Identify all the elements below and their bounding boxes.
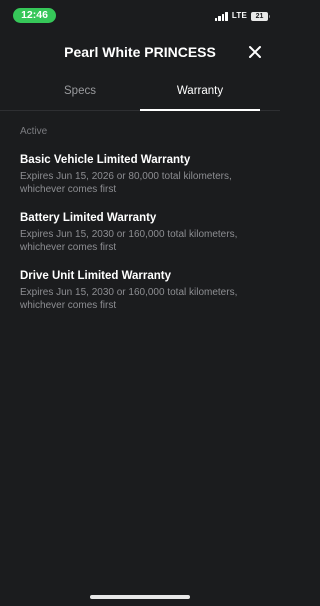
warranty-item-basic-vehicle: Basic Vehicle Limited Warranty Expires J… xyxy=(20,152,270,196)
home-indicator[interactable] xyxy=(90,595,190,599)
network-type: LTE xyxy=(231,11,247,20)
status-time: 12:46 xyxy=(13,8,56,23)
warranty-title: Drive Unit Limited Warranty xyxy=(20,270,172,282)
header: Pearl White PRINCESS xyxy=(0,36,280,70)
warranty-description: Expires Jun 15, 2026 or 80,000 total kil… xyxy=(20,171,232,195)
cellular-signal-icon xyxy=(214,11,229,21)
warranty-description: Expires Jun 15, 2030 or 160,000 total ki… xyxy=(20,229,238,253)
warranty-title: Basic Vehicle Limited Warranty xyxy=(20,154,191,166)
warranty-list: Basic Vehicle Limited Warranty Expires J… xyxy=(20,152,270,326)
tab-bar: Specs Warranty xyxy=(0,78,280,111)
status-indicators: LTE 21 xyxy=(214,10,270,22)
active-tab-indicator xyxy=(140,109,260,111)
tab-warranty[interactable]: Warranty xyxy=(140,78,260,110)
warranty-description: Expires Jun 15, 2030 or 160,000 total ki… xyxy=(20,287,238,311)
warranty-title: Battery Limited Warranty xyxy=(20,212,157,224)
tab-specs[interactable]: Specs xyxy=(20,78,140,110)
warranty-item-battery: Battery Limited Warranty Expires Jun 15,… xyxy=(20,210,270,254)
status-bar: 12:46 LTE 21 xyxy=(0,0,280,30)
section-label-active: Active xyxy=(20,126,48,137)
battery-icon: 21 xyxy=(251,11,270,21)
close-icon xyxy=(249,46,261,58)
warranty-item-drive-unit: Drive Unit Limited Warranty Expires Jun … xyxy=(20,268,270,312)
close-button[interactable] xyxy=(246,43,264,61)
page-title: Pearl White PRINCESS xyxy=(64,44,216,60)
battery-level: 21 xyxy=(255,12,264,20)
